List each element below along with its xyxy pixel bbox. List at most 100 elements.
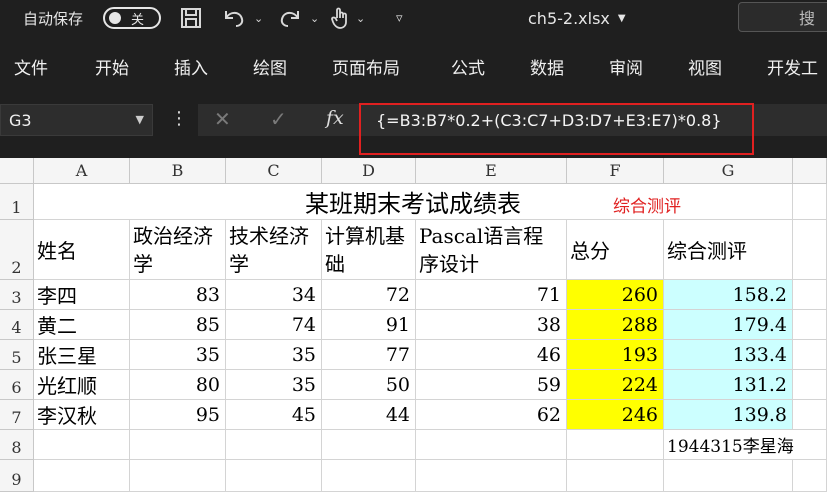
cell-computer[interactable]: 91 <box>322 310 416 340</box>
column-header-a[interactable]: A <box>34 158 130 184</box>
cell-politics[interactable]: 83 <box>130 280 226 310</box>
cell-name[interactable]: 李四 <box>34 280 130 310</box>
row-header-1[interactable]: 1 <box>0 184 34 220</box>
redo-icon[interactable] <box>278 0 302 36</box>
row-header-6[interactable]: 6 <box>0 370 34 400</box>
cell-computer[interactable]: 50 <box>322 370 416 400</box>
touch-dropdown-icon[interactable]: ⌄ <box>356 0 365 36</box>
undo-dropdown-icon[interactable]: ⌄ <box>254 0 263 36</box>
tab-home[interactable]: 开始 <box>95 36 129 96</box>
cell-name[interactable]: 黄二 <box>34 310 130 340</box>
cell-f9[interactable] <box>567 460 664 492</box>
cell-tech[interactable]: 74 <box>226 310 322 340</box>
search-box[interactable]: 搜 <box>738 2 827 32</box>
cell-total[interactable]: 246 <box>567 400 664 430</box>
row-header-4[interactable]: 4 <box>0 310 34 340</box>
cell-total[interactable]: 288 <box>567 310 664 340</box>
cell-h9[interactable] <box>793 460 827 492</box>
cell-b9[interactable] <box>130 460 226 492</box>
select-all-corner[interactable] <box>0 158 34 184</box>
cell-pascal[interactable]: 46 <box>416 340 567 370</box>
cell-total[interactable]: 224 <box>567 370 664 400</box>
header-pascal[interactable]: Pascal语言程序设计 <box>416 220 567 280</box>
cell-total[interactable]: 260 <box>567 280 664 310</box>
cell-name[interactable]: 光红顺 <box>34 370 130 400</box>
cell-computer[interactable]: 77 <box>322 340 416 370</box>
name-box-dropdown-icon[interactable]: ▼ <box>136 113 144 126</box>
row-header-3[interactable]: 3 <box>0 280 34 310</box>
cell-name[interactable]: 李汉秋 <box>34 400 130 430</box>
column-header-e[interactable]: E <box>416 158 567 184</box>
column-header-f[interactable]: F <box>567 158 664 184</box>
cell-b8[interactable] <box>130 430 226 460</box>
spreadsheet-grid[interactable]: A B C D E F G 1 2 3 4 5 6 7 8 9 某班期末考试成绩… <box>0 158 827 492</box>
formula-input[interactable]: {=B3:B7*0.2+(C3:C7+D3:D7+E3:E7)*0.8} <box>358 104 827 136</box>
customize-toolbar-icon[interactable]: ▿ <box>396 0 403 36</box>
redo-dropdown-icon[interactable]: ⌄ <box>310 0 319 36</box>
cell-eval[interactable]: 139.8 <box>664 400 793 430</box>
cell-d8[interactable] <box>322 430 416 460</box>
author-note-cell[interactable]: 1944315李星海 <box>664 430 827 460</box>
tab-formulas[interactable]: 公式 <box>451 36 485 96</box>
header-tech[interactable]: 技术经济学 <box>226 220 322 280</box>
more-options-icon[interactable]: ⋮ <box>170 108 188 129</box>
column-header-b[interactable]: B <box>130 158 226 184</box>
header-name[interactable]: 姓名 <box>34 220 130 280</box>
tab-page-layout[interactable]: 页面布局 <box>332 36 400 96</box>
cell-total[interactable]: 193 <box>567 340 664 370</box>
header-eval[interactable]: 综合测评 <box>664 220 793 280</box>
tab-file[interactable]: 文件 <box>14 36 48 96</box>
cell-h5[interactable] <box>793 340 827 370</box>
row-header-5[interactable]: 5 <box>0 340 34 370</box>
cell-computer[interactable]: 72 <box>322 280 416 310</box>
cell-d9[interactable] <box>322 460 416 492</box>
column-header-c[interactable]: C <box>226 158 322 184</box>
cell-eval[interactable]: 131.2 <box>664 370 793 400</box>
row-header-2[interactable]: 2 <box>0 220 34 280</box>
tab-view[interactable]: 视图 <box>688 36 722 96</box>
cell-politics[interactable]: 95 <box>130 400 226 430</box>
enter-check-icon[interactable]: ✓ <box>270 107 287 131</box>
cell-tech[interactable]: 35 <box>226 340 322 370</box>
cell-e8[interactable] <box>416 430 567 460</box>
cell-g9[interactable] <box>664 460 793 492</box>
cell-pascal[interactable]: 38 <box>416 310 567 340</box>
insert-function-icon[interactable]: fx <box>326 107 344 129</box>
cell-h4[interactable] <box>793 310 827 340</box>
cell-politics[interactable]: 80 <box>130 370 226 400</box>
row-header-9[interactable]: 9 <box>0 460 34 492</box>
cell-a9[interactable] <box>34 460 130 492</box>
tab-data[interactable]: 数据 <box>530 36 564 96</box>
cell-h3[interactable] <box>793 280 827 310</box>
cell-h2[interactable] <box>793 220 827 280</box>
cell-tech[interactable]: 45 <box>226 400 322 430</box>
name-box[interactable]: G3 ▼ <box>0 104 153 136</box>
row-header-8[interactable]: 8 <box>0 430 34 460</box>
touch-mode-icon[interactable] <box>330 0 350 36</box>
cell-c9[interactable] <box>226 460 322 492</box>
cell-h7[interactable] <box>793 400 827 430</box>
header-total[interactable]: 总分 <box>567 220 664 280</box>
column-header-g[interactable]: G <box>664 158 793 184</box>
cell-politics[interactable]: 35 <box>130 340 226 370</box>
tab-review[interactable]: 审阅 <box>609 36 643 96</box>
cell-pascal[interactable]: 62 <box>416 400 567 430</box>
cell-eval[interactable]: 133.4 <box>664 340 793 370</box>
column-header-h[interactable] <box>793 158 827 184</box>
tab-draw[interactable]: 绘图 <box>253 36 287 96</box>
cell-name[interactable]: 张三星 <box>34 340 130 370</box>
cell-h1[interactable] <box>793 184 827 220</box>
cell-pascal[interactable]: 71 <box>416 280 567 310</box>
tab-developer[interactable]: 开发工 <box>767 36 818 96</box>
cell-pascal[interactable]: 59 <box>416 370 567 400</box>
row-header-7[interactable]: 7 <box>0 400 34 430</box>
cell-f8[interactable] <box>567 430 664 460</box>
cell-computer[interactable]: 44 <box>322 400 416 430</box>
tab-insert[interactable]: 插入 <box>174 36 208 96</box>
header-politics[interactable]: 政治经济学 <box>130 220 226 280</box>
column-header-d[interactable]: D <box>322 158 416 184</box>
cell-c8[interactable] <box>226 430 322 460</box>
autosave-toggle[interactable]: 关 <box>103 7 161 29</box>
cell-politics[interactable]: 85 <box>130 310 226 340</box>
save-icon[interactable] <box>180 0 202 36</box>
